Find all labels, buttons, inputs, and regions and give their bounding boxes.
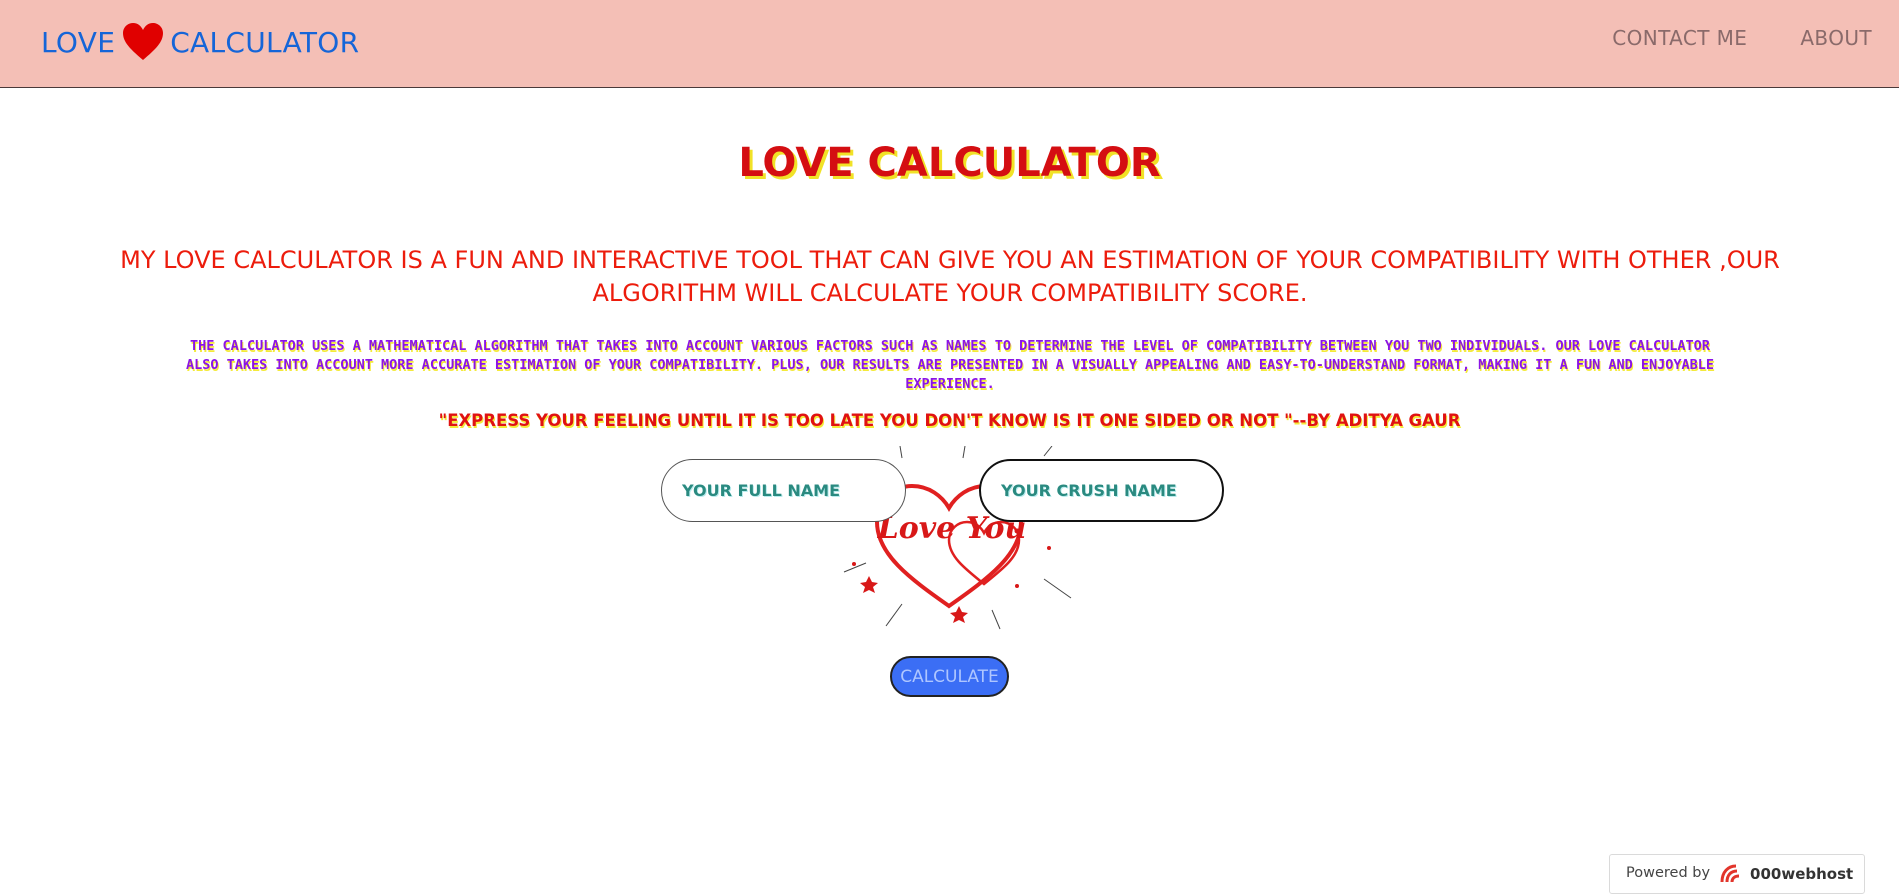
brand-text-calculator: CALCULATOR <box>170 25 360 59</box>
nav-links: CONTACT ME ABOUT <box>1612 26 1872 50</box>
quote-text: "EXPRESS YOUR FEELING UNTIL IT IS TOO LA… <box>438 411 1461 430</box>
host-name: 000webhost <box>1750 865 1854 883</box>
navbar: LOVE CALCULATOR CONTACT ME ABOUT <box>0 0 1899 88</box>
powered-by-badge[interactable]: Powered by 000webhost <box>1609 854 1865 894</box>
heart-icon <box>123 23 164 60</box>
calculate-button[interactable]: CALCULATE <box>890 656 1009 697</box>
000webhost-logo-icon <box>1720 864 1740 883</box>
powered-by-label: Powered by <box>1626 865 1711 881</box>
crush-name-input[interactable] <box>979 459 1224 522</box>
description-paragraph: THE CALCULATOR USES A MATHEMATICAL ALGOR… <box>185 338 1714 392</box>
nav-link-contact-me[interactable]: CONTACT ME <box>1612 26 1747 50</box>
brand-text-love: LOVE <box>41 25 116 59</box>
nav-link-about[interactable]: ABOUT <box>1800 26 1872 50</box>
brand-logo-link[interactable]: LOVE CALCULATOR <box>41 20 359 64</box>
page-title: LOVE CALCULATOR <box>738 140 1161 186</box>
full-name-input[interactable] <box>661 459 906 522</box>
intro-paragraph: MY LOVE CALCULATOR IS A FUN AND INTERACT… <box>120 246 1780 307</box>
